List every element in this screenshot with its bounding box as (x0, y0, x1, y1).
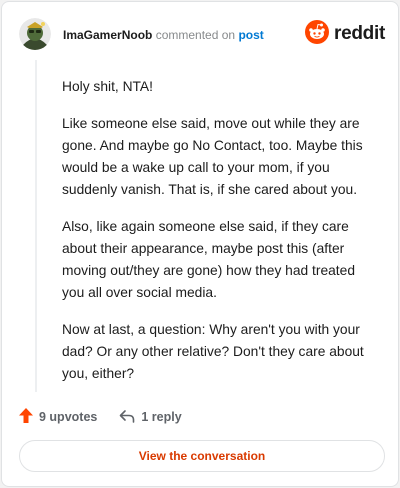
post-link[interactable]: post (238, 28, 263, 42)
upvote-count: 9 upvotes (39, 410, 98, 424)
avatar-icon[interactable] (19, 18, 51, 50)
comment-paragraph: Now at last, a question: Why aren't you … (62, 322, 364, 381)
reddit-wordmark: reddit (334, 23, 385, 44)
comment-header: ImaGamerNoob commented on post reddit (19, 18, 385, 52)
comment-paragraph: Like someone else said, move out while t… (62, 116, 363, 197)
view-conversation-button[interactable]: View the conversation (19, 440, 385, 472)
embedded-comment-card: ImaGamerNoob commented on post reddit Ho… (1, 1, 399, 487)
reddit-logo-icon (305, 19, 330, 49)
comment-actions: 9 upvotes 1 reply (19, 407, 182, 427)
comment-body: Holy shit, NTA! Like someone else said, … (62, 76, 378, 400)
reply-button[interactable]: 1 reply (119, 409, 182, 426)
thread-line[interactable] (35, 60, 37, 392)
upvote-button[interactable]: 9 upvotes (19, 408, 97, 426)
reply-count: 1 reply (141, 410, 182, 424)
comment-paragraph: Holy shit, NTA! (62, 79, 153, 94)
comment-meta: ImaGamerNoob commented on post (63, 28, 264, 42)
upvote-arrow-icon (19, 408, 33, 426)
reply-arrow-icon (119, 409, 135, 426)
comment-paragraph: Also, like again someone else said, if t… (62, 219, 355, 300)
username[interactable]: ImaGamerNoob (63, 28, 152, 42)
reddit-brand[interactable]: reddit (305, 19, 385, 49)
commented-on-text: commented on (155, 28, 236, 42)
